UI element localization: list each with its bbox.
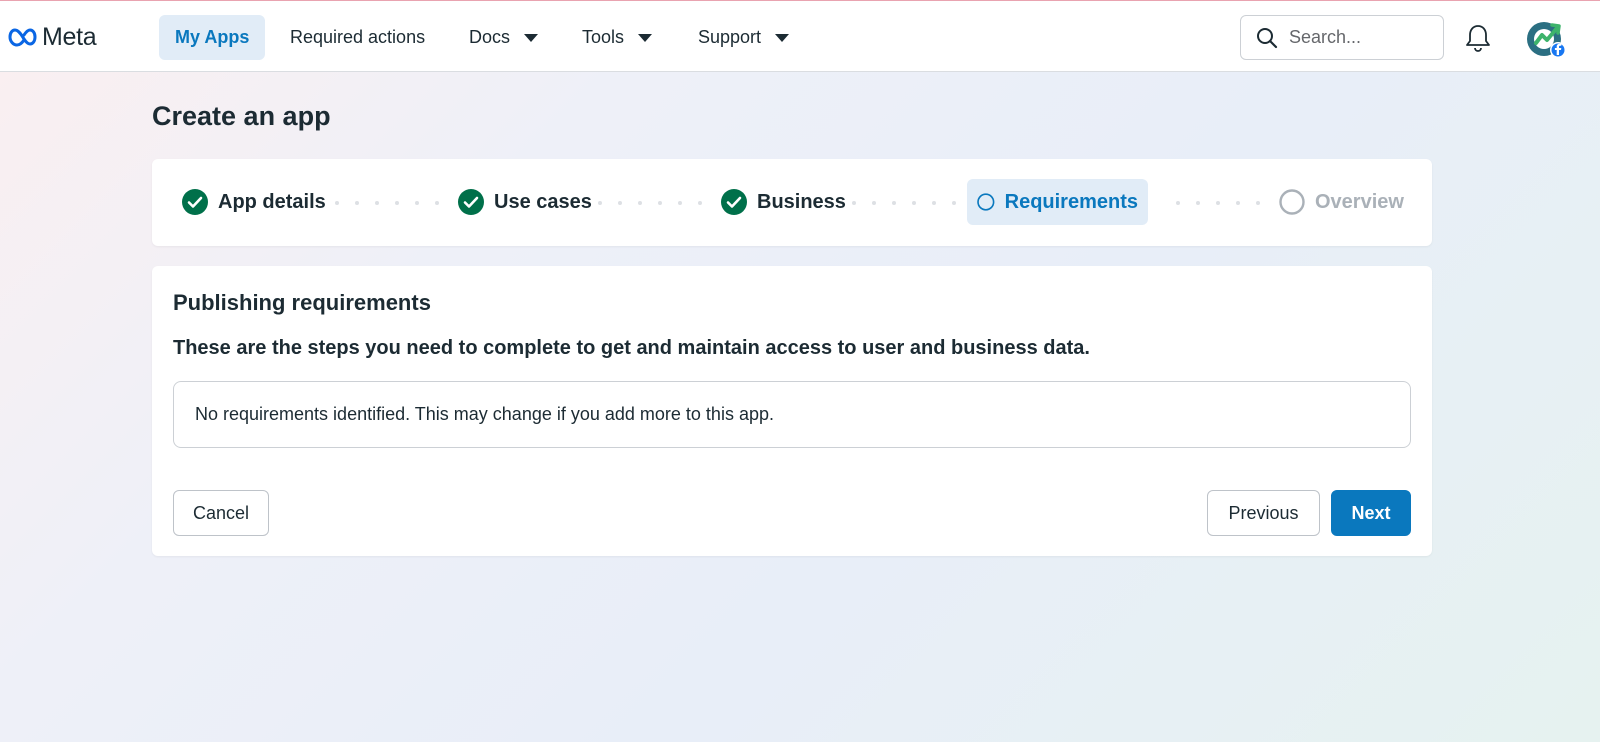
avatar[interactable] — [1524, 19, 1568, 61]
step-label: Use cases — [494, 190, 592, 213]
nav-label: Tools — [582, 27, 625, 47]
circle-outline-icon — [1279, 189, 1305, 215]
nav-label: Docs — [469, 27, 511, 47]
top-navbar: Meta My Apps Required actions Docs Tools… — [0, 1, 1600, 72]
nav-label: Support — [698, 27, 762, 47]
requirements-empty-box: No requirements identified. This may cha… — [173, 381, 1411, 448]
progress-stepper: App details Use cases Business Requireme… — [152, 159, 1432, 246]
check-circle-icon — [458, 189, 484, 215]
nav-label: My Apps — [175, 27, 250, 47]
section-description: These are the steps you need to complete… — [173, 337, 1090, 359]
search-input[interactable] — [1289, 27, 1429, 48]
step-label: Business — [757, 190, 846, 213]
previous-button[interactable]: Previous — [1207, 490, 1320, 536]
step-label: App details — [218, 190, 326, 213]
nav-label: Required actions — [290, 27, 426, 47]
meta-infinity-icon — [8, 28, 37, 47]
step-connector — [1176, 201, 1260, 205]
step-overview: Overview — [1269, 179, 1414, 225]
logo-text: Meta — [42, 22, 97, 51]
check-circle-icon — [721, 189, 747, 215]
page-title: Create an app — [152, 101, 331, 131]
cancel-button[interactable]: Cancel — [173, 490, 269, 536]
step-requirements: Requirements — [967, 179, 1148, 225]
search-icon — [1257, 27, 1278, 48]
caret-down-icon — [638, 33, 653, 42]
step-label: Overview — [1315, 190, 1404, 213]
nav-support[interactable]: Support — [682, 15, 805, 60]
section-title: Publishing requirements — [173, 290, 431, 315]
nav-tools[interactable]: Tools — [566, 15, 668, 60]
requirements-card: Publishing requirements These are the st… — [152, 266, 1432, 556]
caret-down-icon — [775, 33, 790, 42]
search-box[interactable] — [1240, 15, 1444, 60]
check-circle-icon — [182, 189, 208, 215]
caret-down-icon — [524, 33, 539, 42]
step-connector — [598, 201, 702, 205]
step-label: Requirements — [1004, 190, 1138, 213]
nav-docs[interactable]: Docs — [453, 15, 554, 60]
step-use-cases: Use cases — [448, 179, 602, 225]
bell-icon[interactable] — [1464, 23, 1492, 53]
step-business: Business — [711, 179, 856, 225]
nav-required-actions[interactable]: Required actions — [274, 15, 441, 60]
step-app-details: App details — [172, 179, 336, 225]
next-button[interactable]: Next — [1331, 490, 1411, 536]
nav-my-apps[interactable]: My Apps — [159, 15, 266, 60]
step-connector — [335, 201, 439, 205]
circle-outline-icon — [977, 193, 995, 211]
empty-message: No requirements identified. This may cha… — [195, 404, 774, 424]
meta-logo[interactable]: Meta — [6, 22, 97, 51]
step-connector — [852, 201, 956, 205]
